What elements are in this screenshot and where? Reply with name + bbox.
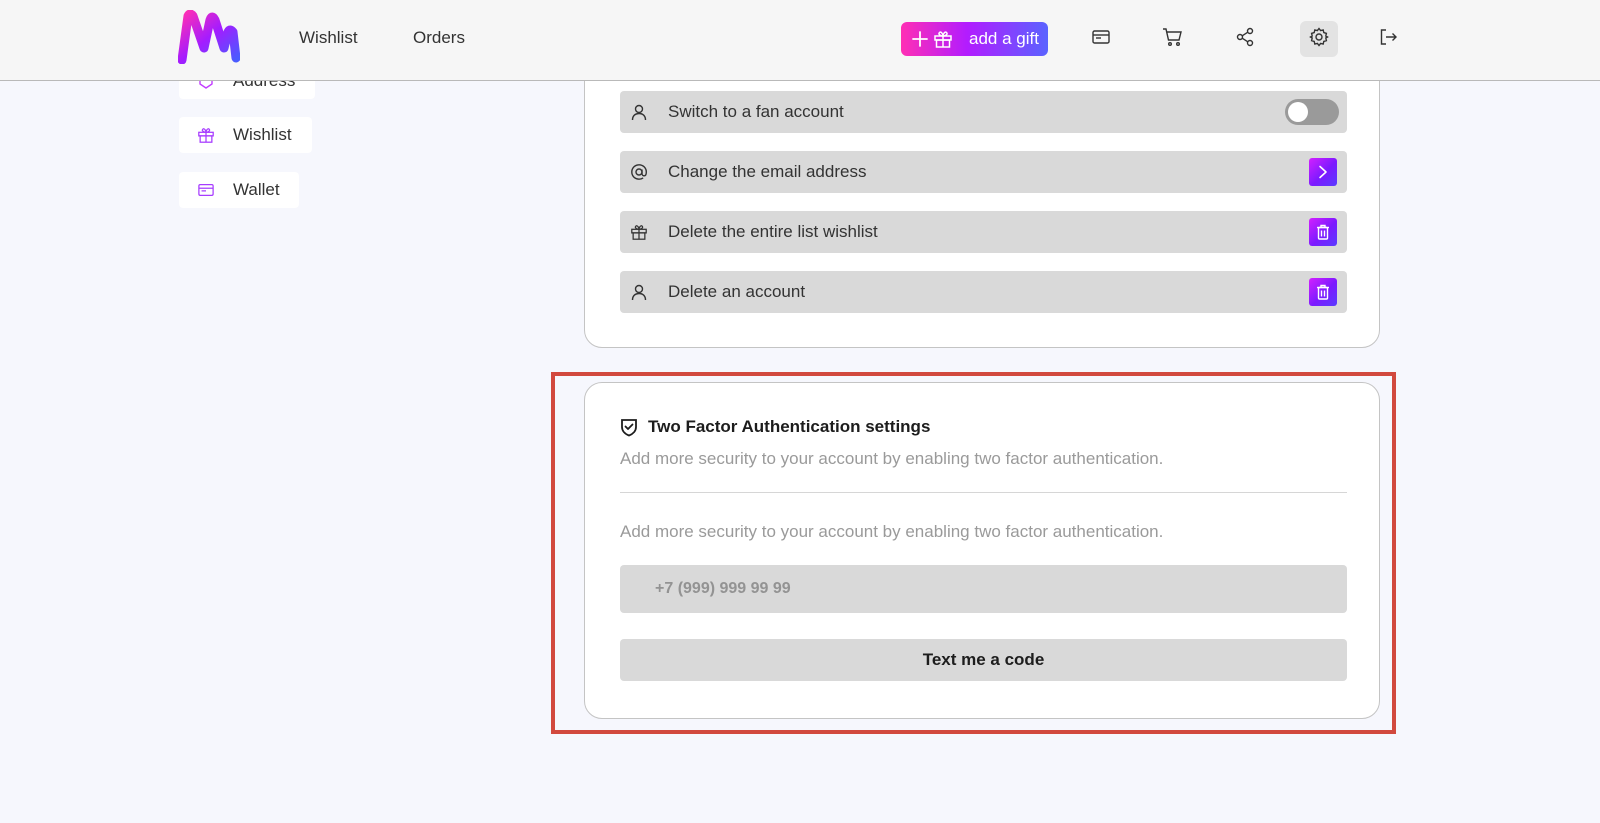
- sidebar-item-wallet[interactable]: Wallet: [179, 172, 299, 208]
- two-factor-title: Two Factor Authentication settings: [620, 417, 930, 437]
- at-icon: [630, 163, 650, 181]
- switch-fan-account-row[interactable]: Switch to a fan account: [620, 91, 1347, 133]
- sidebar-item-label: Wishlist: [233, 125, 292, 144]
- top-header: Wishlist Orders add a gift: [0, 0, 1600, 81]
- logout-icon: [1378, 27, 1398, 52]
- add-gift-button[interactable]: add a gift: [901, 22, 1048, 56]
- chevron-right-icon: [1317, 165, 1329, 179]
- trash-icon: [1316, 224, 1330, 240]
- gear-icon: [1309, 26, 1329, 52]
- delete-account-row[interactable]: Delete an account: [620, 271, 1347, 313]
- header-logout-button[interactable]: [1369, 21, 1407, 57]
- row-label: Switch to a fan account: [668, 102, 844, 121]
- nav-wishlist[interactable]: Wishlist: [299, 28, 358, 48]
- row-label: Delete the entire list wishlist: [668, 222, 878, 241]
- add-gift-label: add a gift: [969, 29, 1039, 48]
- text-me-code-button[interactable]: Text me a code: [620, 639, 1347, 681]
- cart-icon: [1162, 27, 1184, 52]
- sidebar-item-wishlist[interactable]: Wishlist: [179, 117, 312, 153]
- header-settings-button[interactable]: [1300, 21, 1338, 57]
- shield-check-icon: [620, 417, 638, 437]
- user-icon: [630, 103, 650, 121]
- two-factor-card: Two Factor Authentication settings Add m…: [584, 382, 1380, 719]
- row-label: Delete an account: [668, 282, 806, 301]
- change-email-button[interactable]: [1309, 158, 1337, 186]
- plus-icon: [911, 30, 929, 48]
- gift-icon: [197, 126, 217, 144]
- user-icon: [630, 283, 650, 301]
- trash-icon: [1316, 284, 1330, 300]
- account-settings-card: Switch to a fan account Change the email…: [584, 40, 1380, 348]
- fan-account-toggle[interactable]: [1285, 99, 1339, 125]
- delete-wishlist-button[interactable]: [1309, 218, 1337, 246]
- sidebar-item-label: Wallet: [233, 180, 280, 199]
- divider: [620, 492, 1347, 493]
- wallet-icon: [1091, 28, 1111, 51]
- brand-logo[interactable]: [177, 9, 241, 65]
- gift-icon: [933, 30, 953, 48]
- phone-input[interactable]: [620, 565, 1347, 613]
- wallet-icon: [197, 182, 217, 198]
- gift-icon: [630, 223, 650, 241]
- two-factor-description: Add more security to your account by ena…: [620, 449, 1164, 468]
- header-cart-button[interactable]: [1154, 21, 1192, 57]
- header-wallet-button[interactable]: [1082, 21, 1120, 57]
- nav-orders[interactable]: Orders: [413, 28, 465, 48]
- change-email-row[interactable]: Change the email address: [620, 151, 1347, 193]
- delete-wishlist-row[interactable]: Delete the entire list wishlist: [620, 211, 1347, 253]
- delete-account-button[interactable]: [1309, 278, 1337, 306]
- header-share-button[interactable]: [1226, 21, 1264, 57]
- row-label: Change the email address: [668, 162, 867, 181]
- two-factor-description-secondary: Add more security to your account by ena…: [620, 522, 1164, 541]
- share-icon: [1235, 27, 1255, 52]
- two-factor-title-text: Two Factor Authentication settings: [648, 417, 931, 436]
